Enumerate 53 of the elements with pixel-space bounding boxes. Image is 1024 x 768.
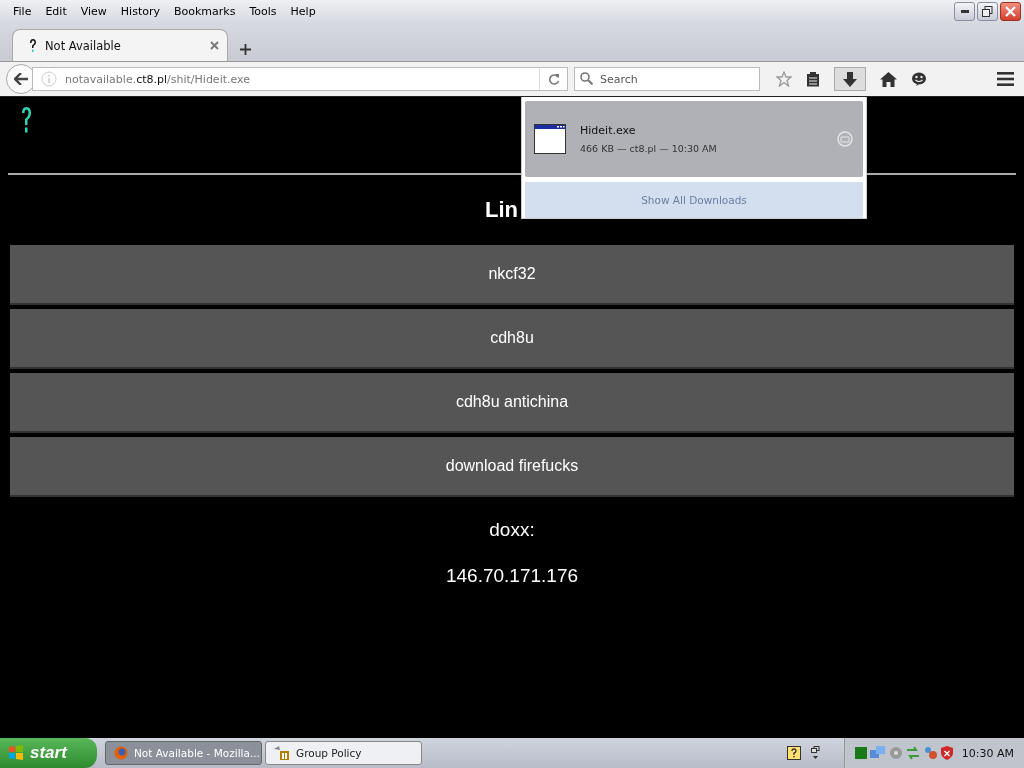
windows-flag-icon	[8, 745, 24, 761]
restore-icon[interactable]	[810, 746, 820, 760]
search-field[interactable]: Search	[574, 67, 760, 91]
clock: 10:30 AM	[961, 746, 1014, 760]
menu-item[interactable]: Bookmarks	[167, 4, 243, 18]
question-mark-icon	[29, 38, 37, 53]
menu-item[interactable]: History	[113, 4, 167, 18]
menu-item[interactable]: Tools	[242, 4, 284, 18]
minimize-icon	[960, 10, 969, 13]
page-heading: Lin	[485, 197, 518, 223]
shield-icon[interactable]	[940, 746, 953, 760]
menu-item[interactable]: Edit	[38, 4, 74, 18]
search-icon	[580, 72, 593, 85]
restore-button[interactable]	[977, 2, 998, 21]
restore-icon	[982, 6, 993, 17]
close-icon	[1005, 6, 1016, 17]
globe-icon	[114, 746, 128, 760]
download-item[interactable]: Hideit.exe 466 KB — ct8.pl — 10:30 AM	[525, 101, 863, 177]
taskbar-button[interactable]: Group Policy	[265, 741, 422, 765]
close-button[interactable]	[1000, 2, 1021, 21]
download-arrow-icon	[843, 71, 857, 87]
users-icon[interactable]	[922, 746, 938, 760]
star-icon[interactable]	[776, 71, 792, 87]
link-button[interactable]: cdh8u	[10, 309, 1014, 369]
url-text: notavailable.ct8.pl/shit/Hideit.exe	[65, 72, 251, 86]
address-bar[interactable]: notavailable.ct8.pl/shit/Hideit.exe	[32, 67, 568, 91]
section-label: doxx:	[488, 519, 536, 541]
close-icon[interactable]	[210, 41, 219, 50]
menu-icon[interactable]	[997, 72, 1014, 86]
back-arrow-icon	[14, 73, 28, 85]
reload-icon	[547, 73, 560, 85]
link-button[interactable]: nkcf32	[10, 245, 1014, 305]
info-icon	[41, 71, 57, 87]
policy-icon	[274, 746, 290, 760]
menu-item[interactable]: View	[73, 4, 114, 18]
link-button[interactable]: download firefucks	[10, 437, 1014, 497]
help-icon[interactable]	[786, 746, 801, 760]
home-icon[interactable]	[880, 71, 897, 87]
question-mark-icon	[20, 107, 32, 133]
download-button[interactable]	[834, 67, 866, 91]
link-button[interactable]: cdh8u antichina	[10, 373, 1014, 433]
minimize-button[interactable]	[954, 2, 975, 21]
download-details: 466 KB — ct8.pl — 10:30 AM	[580, 143, 718, 154]
plus-icon[interactable]	[240, 44, 251, 55]
browser-tab[interactable]: Not Available	[12, 29, 228, 61]
smiley-icon[interactable]	[911, 72, 927, 86]
meter-icon[interactable]	[854, 747, 867, 759]
file-name: Hideit.exe	[580, 124, 637, 137]
menu-item[interactable]: File	[6, 4, 39, 18]
window-icon	[534, 124, 566, 154]
menu-item[interactable]: Help	[283, 4, 323, 18]
clipboard-icon[interactable]	[806, 71, 820, 87]
ip-address: 146.70.171.176	[444, 565, 580, 587]
